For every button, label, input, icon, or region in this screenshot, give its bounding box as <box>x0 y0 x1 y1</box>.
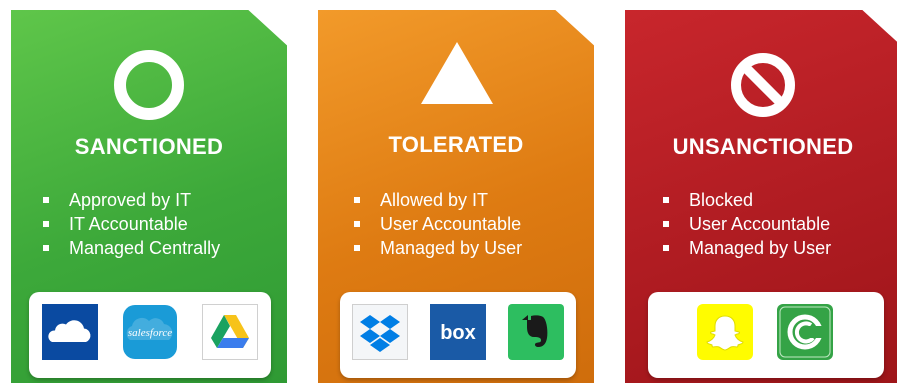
bullet-item: IT Accountable <box>41 212 220 236</box>
svg-text:salesforce: salesforce <box>128 327 172 339</box>
bullet-item: Allowed by IT <box>352 188 522 212</box>
unsanctioned-card: UNSANCTIONED Blocked User Accountable Ma… <box>625 10 897 383</box>
circle-icon <box>114 50 184 120</box>
dropbox-icon <box>352 304 408 360</box>
bullet-item: Managed by User <box>352 236 522 260</box>
sanctioned-app-tray: salesforce <box>29 292 271 378</box>
google-drive-icon <box>202 304 258 360</box>
bullet-item: User Accountable <box>352 212 522 236</box>
bullet-item: Blocked <box>661 188 831 212</box>
tolerated-title: TOLERATED <box>388 132 524 157</box>
bullet-item: Managed by User <box>661 236 831 260</box>
svg-text:box: box <box>440 322 476 344</box>
evernote-icon <box>508 304 564 360</box>
bullet-item: Managed Centrally <box>41 236 220 260</box>
triangle-icon <box>421 42 493 120</box>
unsanctioned-title: UNSANCTIONED <box>672 134 854 159</box>
unsanctioned-bullets: Blocked User Accountable Managed by User <box>661 188 831 260</box>
sanctioned-card: SANCTIONED Approved by IT IT Accountable… <box>11 10 287 383</box>
tolerated-bullets: Allowed by IT User Accountable Managed b… <box>352 188 522 260</box>
salesforce-icon: salesforce <box>122 304 178 360</box>
prohibited-icon <box>728 50 798 120</box>
snapchat-icon <box>697 304 753 360</box>
bullet-item: User Accountable <box>661 212 831 236</box>
sanctioned-title: SANCTIONED <box>74 134 224 159</box>
sanctioned-bullets: Approved by IT IT Accountable Managed Ce… <box>41 188 220 260</box>
onedrive-icon <box>42 304 98 360</box>
box-icon: box <box>430 304 486 360</box>
bittorrent-icon <box>777 304 833 360</box>
tolerated-card: TOLERATED Allowed by IT User Accountable… <box>318 10 594 383</box>
unsanctioned-app-tray <box>648 292 884 378</box>
tolerated-app-tray: box <box>340 292 576 378</box>
bullet-item: Approved by IT <box>41 188 220 212</box>
